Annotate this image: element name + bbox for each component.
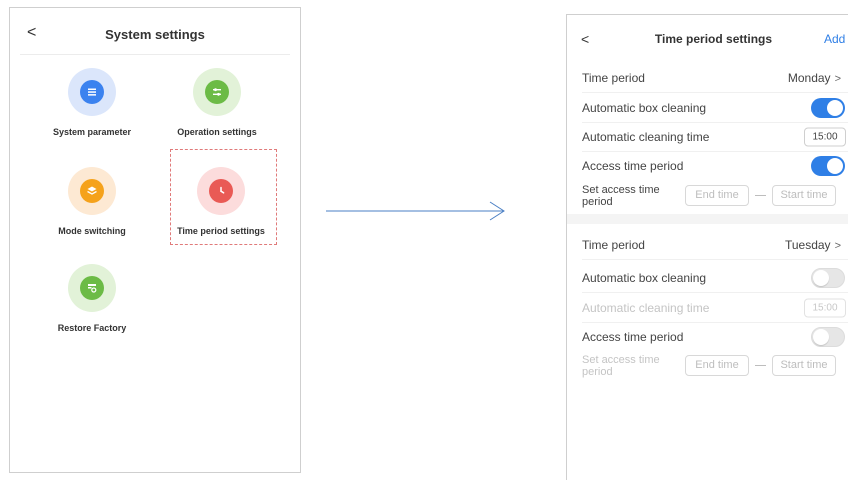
system-settings-header: < System settings bbox=[10, 8, 300, 54]
restore-factory-icon-halo bbox=[68, 264, 116, 312]
navigation-arrow-icon bbox=[326, 201, 505, 221]
time-period-label: Time period bbox=[582, 238, 645, 252]
auto-cleaning-time-label: Automatic cleaning time bbox=[582, 130, 710, 144]
section-divider bbox=[567, 214, 848, 224]
set-access-time-row: Set access time period End time Start ti… bbox=[567, 351, 848, 387]
toggle-knob bbox=[813, 270, 829, 286]
day-selector[interactable]: Tuesday > bbox=[785, 238, 841, 252]
restore-factory-tile[interactable]: Restore Factory bbox=[32, 264, 152, 333]
end-time-field[interactable]: End time bbox=[685, 355, 749, 376]
time-period-icon-halo bbox=[197, 167, 245, 215]
access-time-period-toggle[interactable] bbox=[811, 327, 845, 347]
restore-factory-label: Restore Factory bbox=[57, 323, 127, 333]
set-access-time-label: Set access time period bbox=[582, 354, 660, 378]
header-divider bbox=[20, 54, 290, 55]
day-value: Monday bbox=[787, 71, 831, 85]
access-time-period-label: Access time period bbox=[582, 330, 684, 344]
add-button[interactable]: Add bbox=[824, 32, 845, 46]
toggle-knob bbox=[827, 100, 843, 116]
auto-box-cleaning-row: Automatic box cleaning bbox=[567, 93, 848, 123]
divider bbox=[582, 259, 848, 260]
auto-cleaning-time-row: Automatic cleaning time 15:00 bbox=[567, 122, 848, 152]
auto-cleaning-time-field[interactable]: 15:00 bbox=[804, 298, 846, 318]
chevron-right-icon: > bbox=[834, 73, 841, 85]
chevron-right-icon: > bbox=[834, 240, 841, 252]
page-title: System settings bbox=[105, 27, 205, 42]
set-access-time-label: Set access time period bbox=[582, 184, 660, 208]
time-period-settings-screen: < Time period settings Add Time period M… bbox=[566, 14, 848, 480]
set-access-time-row: Set access time period End time Start ti… bbox=[567, 181, 848, 217]
time-period-header: < Time period settings Add bbox=[567, 15, 848, 63]
auto-cleaning-time-row: Automatic cleaning time 15:00 bbox=[567, 293, 848, 323]
access-time-period-row: Access time period bbox=[567, 322, 848, 352]
system-parameter-icon bbox=[80, 80, 104, 104]
system-settings-screen: < System settings System parameter Opera… bbox=[9, 7, 301, 473]
mode-switching-tile[interactable]: Mode switching bbox=[32, 167, 152, 236]
time-period-settings-tile[interactable]: Time period settings bbox=[165, 167, 277, 236]
start-time-field[interactable]: Start time bbox=[772, 185, 836, 206]
toggle-knob bbox=[813, 329, 829, 345]
time-period-label: Time period bbox=[582, 71, 645, 85]
mode-switching-icon bbox=[80, 179, 104, 203]
auto-box-cleaning-label: Automatic box cleaning bbox=[582, 271, 707, 285]
access-time-period-toggle[interactable] bbox=[811, 156, 845, 176]
time-period-settings-label: Time period settings bbox=[177, 226, 265, 236]
time-period-row[interactable]: Time period Tuesday > bbox=[567, 230, 848, 260]
system-parameter-icon-halo bbox=[68, 68, 116, 116]
auto-box-cleaning-toggle[interactable] bbox=[811, 268, 845, 288]
clock-icon bbox=[209, 179, 233, 203]
day-value: Tuesday bbox=[784, 238, 831, 252]
system-parameter-tile[interactable]: System parameter bbox=[32, 68, 152, 137]
page-title: Time period settings bbox=[654, 32, 773, 46]
start-time-field[interactable]: Start time bbox=[772, 355, 836, 376]
range-dash bbox=[755, 365, 766, 366]
system-parameter-label: System parameter bbox=[52, 127, 132, 137]
auto-cleaning-time-field[interactable]: 15:00 bbox=[804, 127, 846, 147]
operation-settings-label: Operation settings bbox=[177, 127, 257, 137]
toggle-knob bbox=[827, 158, 843, 174]
auto-box-cleaning-label: Automatic box cleaning bbox=[582, 101, 707, 115]
operation-settings-tile[interactable]: Operation settings bbox=[157, 68, 277, 137]
time-period-row[interactable]: Time period Monday > bbox=[567, 63, 848, 93]
operation-settings-icon-halo bbox=[193, 68, 241, 116]
access-time-period-label: Access time period bbox=[582, 159, 684, 173]
end-time-field[interactable]: End time bbox=[685, 185, 749, 206]
auto-cleaning-time-label: Automatic cleaning time bbox=[582, 301, 710, 315]
mode-switching-icon-halo bbox=[68, 167, 116, 215]
restore-factory-icon bbox=[80, 276, 104, 300]
mode-switching-label: Mode switching bbox=[58, 226, 126, 236]
access-time-period-row: Access time period bbox=[567, 151, 848, 181]
auto-box-cleaning-row: Automatic box cleaning bbox=[567, 263, 848, 293]
range-dash bbox=[755, 195, 766, 196]
operation-settings-icon bbox=[205, 80, 229, 104]
auto-box-cleaning-toggle[interactable] bbox=[811, 98, 845, 118]
day-selector[interactable]: Monday > bbox=[788, 71, 841, 85]
